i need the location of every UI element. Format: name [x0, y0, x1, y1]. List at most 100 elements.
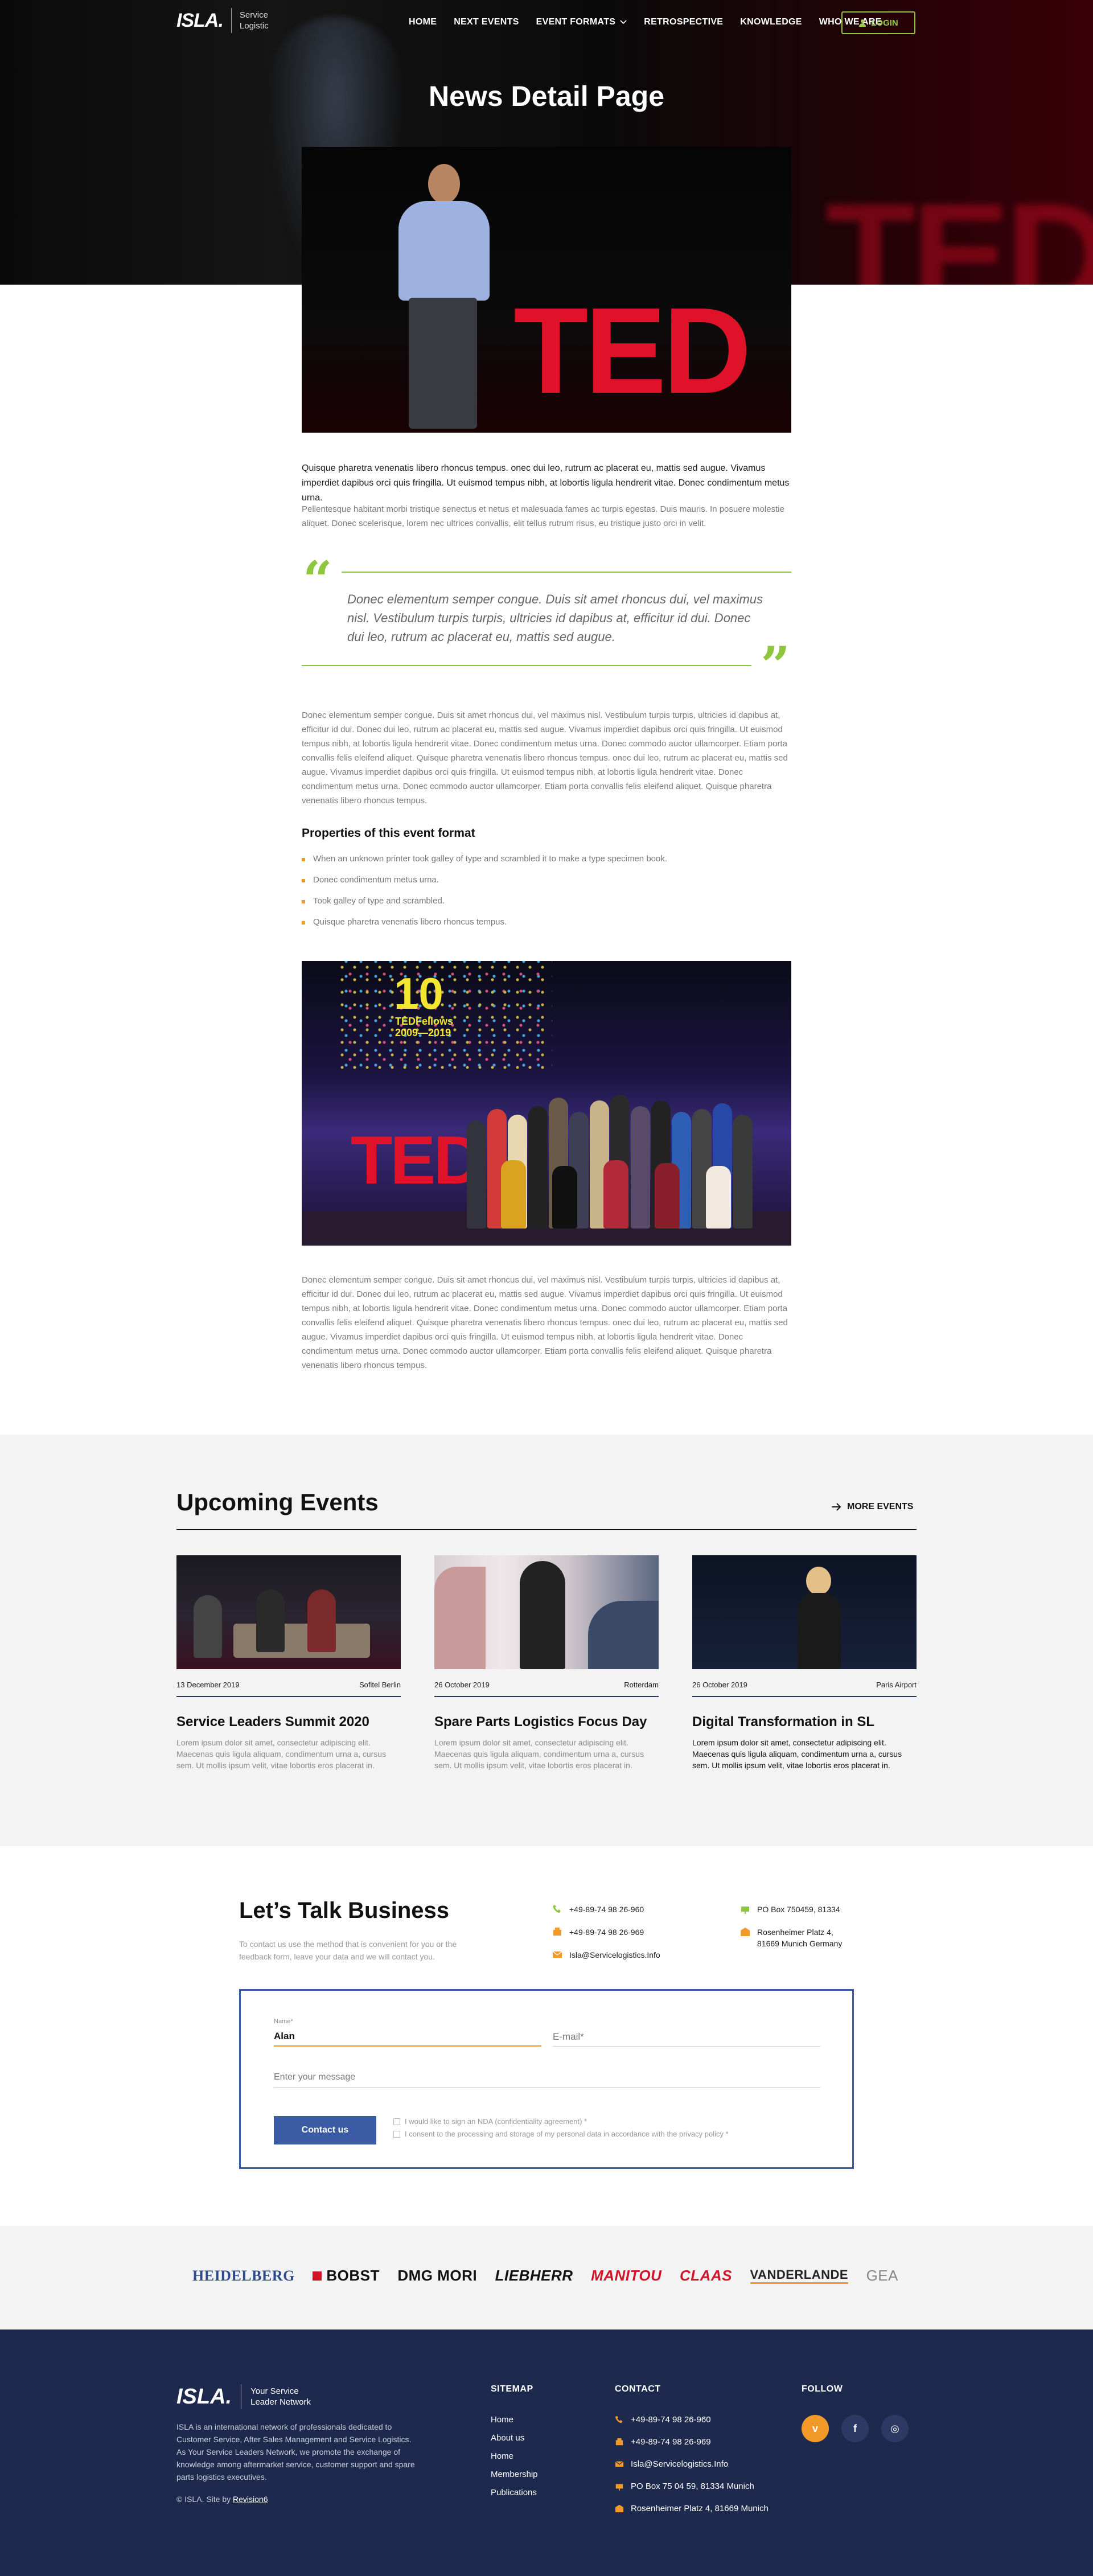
email-field[interactable] — [553, 2027, 820, 2047]
phone-icon — [615, 2415, 623, 2423]
nav-event-formats[interactable]: EVENT FORMATS — [536, 17, 627, 27]
list-item: When an unknown printer took galley of t… — [302, 854, 791, 875]
list-item-text: Quisque pharetra venenatis libero rhoncu… — [313, 917, 507, 927]
more-events-link[interactable]: MORE EVENTS — [831, 1502, 913, 1512]
main-nav: HOME NEXT EVENTS EVENT FORMATS RETROSPEC… — [409, 17, 882, 27]
confetti-backdrop — [336, 961, 552, 1069]
contact-submit-button[interactable]: Contact us — [274, 2116, 376, 2144]
logo-dmg-mori[interactable]: DMG MORI — [397, 2267, 477, 2285]
contact-email-text: Isla@Servicelogistics.Info — [569, 1950, 660, 1959]
footer-logo[interactable]: ISLA. Your Service Leader Network — [176, 2384, 311, 2409]
message-field[interactable] — [274, 2067, 820, 2088]
vimeo-icon[interactable]: v — [802, 2415, 829, 2442]
speaker-shirt — [398, 201, 490, 301]
sitemap-link-home-2[interactable]: Home — [491, 2451, 538, 2470]
footer-phone-1[interactable]: +49-89-74 98 26-960 — [615, 2415, 769, 2437]
bullet-icon — [302, 921, 305, 925]
contact-form: Name* Contact us I would like to sign an… — [239, 1989, 854, 2169]
quote-rule-bottom — [302, 665, 751, 666]
contact-pobox: PO Box 750459, 81334 — [740, 1904, 840, 1915]
event-description: Lorem ipsum dolor sit amet, consectetur … — [434, 1738, 644, 1770]
logo-mark: ISLA. — [176, 9, 224, 31]
nda-checkbox[interactable] — [393, 2118, 400, 2125]
logo-heidelberg[interactable]: HEIDELBERG — [192, 2267, 295, 2285]
article-group-image: 10 TEDFellows 2009—2019 TED — [302, 961, 791, 1246]
login-button[interactable]: LOGIN — [841, 11, 915, 34]
list-item: Donec condimentum metus urna. — [302, 875, 791, 896]
footer-logo-tagline: Your Service Leader Network — [250, 2386, 311, 2407]
event-date: 13 December 2019 — [176, 1681, 240, 1689]
footer-pobox-text: PO Box 75 04 59, 81334 Munich — [631, 2481, 754, 2491]
footer-phone-2[interactable]: +49-89-74 98 26-969 — [615, 2437, 769, 2459]
event-card[interactable]: 26 October 2019 Paris Airport Digital Tr… — [692, 1555, 917, 1771]
name-field[interactable] — [274, 2027, 541, 2047]
logo-bobst[interactable]: BOBST — [313, 2267, 380, 2285]
event-image — [434, 1555, 659, 1669]
footer-pobox: PO Box 75 04 59, 81334 Munich — [615, 2481, 769, 2504]
event-location: Paris Airport — [876, 1681, 917, 1689]
logo-liebherr[interactable]: LIEBHERR — [495, 2267, 573, 2285]
contact-address: Rosenheimer Platz 4, 81669 Munich German… — [740, 1926, 842, 1949]
sitemap-link-about[interactable]: About us — [491, 2433, 538, 2451]
event-title[interactable]: Service Leaders Summit 2020 — [176, 1714, 401, 1730]
follow-heading: FOLLOW — [802, 2384, 843, 2394]
consent-checkbox-row[interactable]: I consent to the processing and storage … — [393, 2130, 729, 2138]
footer-address: Rosenheimer Platz 4, 81669 Munich — [615, 2504, 769, 2526]
sitemap-link-home[interactable]: Home — [491, 2415, 538, 2433]
footer-email[interactable]: Isla@Servicelogistics.Info — [615, 2459, 769, 2481]
nav-next-events[interactable]: NEXT EVENTS — [454, 17, 519, 27]
quote-open-icon: “ — [303, 550, 332, 610]
chevron-down-icon — [620, 20, 627, 24]
nda-checkbox-row[interactable]: I would like to sign an NDA (confidentia… — [393, 2117, 587, 2126]
logo-claas[interactable]: CLAAS — [680, 2267, 732, 2285]
list-item: Took galley of type and scrambled. — [302, 896, 791, 917]
event-title[interactable]: Spare Parts Logistics Focus Day — [434, 1714, 659, 1730]
footer-email-text: Isla@Servicelogistics.Info — [631, 2459, 729, 2469]
name-label: Name* — [274, 2018, 293, 2025]
copyright-text: © ISLA. Site by — [176, 2495, 233, 2504]
site-header: ISLA. Service Logistic HOME NEXT EVENTS … — [0, 0, 1093, 46]
contact-pobox-text: PO Box 750459, 81334 — [757, 1905, 840, 1914]
event-card[interactable]: 13 December 2019 Sofitel Berlin Service … — [176, 1555, 401, 1771]
consent-checkbox[interactable] — [393, 2130, 400, 2138]
article-paragraph-1: Pellentesque habitant morbi tristique se… — [302, 504, 784, 528]
nav-knowledge[interactable]: KNOWLEDGE — [740, 17, 802, 27]
facebook-icon[interactable]: f — [841, 2415, 869, 2442]
building-icon — [615, 2504, 624, 2513]
partner-logos-row: HEIDELBERG BOBST DMG MORI LIEBHERR MANIT… — [192, 2267, 898, 2285]
fax-icon — [615, 2438, 623, 2446]
event-location: Sofitel Berlin — [359, 1681, 401, 1689]
logo-bobst-text: BOBST — [326, 2267, 380, 2284]
upcoming-events-section: Upcoming Events MORE EVENTS 13 December … — [0, 1435, 1093, 1846]
speaker-figure — [428, 164, 460, 204]
sitemap-heading: SITEMAP — [491, 2384, 533, 2394]
article-hero-image: TED — [302, 147, 791, 433]
tedfellows-ten: 10 — [394, 968, 443, 1018]
more-events-label: MORE EVENTS — [847, 1502, 914, 1511]
nav-retrospective[interactable]: RETROSPECTIVE — [644, 17, 723, 27]
event-image — [692, 1555, 917, 1669]
ted-logo: TED — [351, 1122, 483, 1198]
event-title[interactable]: Digital Transformation in SL — [692, 1714, 917, 1730]
footer-phone-2-text: +49-89-74 98 26-969 — [631, 2437, 711, 2447]
logo-manitou[interactable]: MANITOU — [591, 2267, 661, 2285]
nav-event-formats-label: EVENT FORMATS — [536, 17, 616, 27]
events-heading: Upcoming Events — [176, 1489, 379, 1515]
contact-email[interactable]: Isla@Servicelogistics.Info — [552, 1949, 660, 1961]
sitemap-list: Home About us Home Membership Publicatio… — [491, 2415, 538, 2506]
site-logo[interactable]: ISLA. Service Logistic — [176, 8, 269, 33]
contact-phone-2[interactable]: +49-89-74 98 26-969 — [552, 1926, 644, 1938]
contact-phone-1[interactable]: +49-89-74 98 26-960 — [552, 1904, 644, 1915]
event-card[interactable]: 26 October 2019 Rotterdam Spare Parts Lo… — [434, 1555, 659, 1771]
list-item-text: When an unknown printer took galley of t… — [313, 854, 668, 864]
nav-home[interactable]: HOME — [409, 17, 437, 27]
event-description: Lorem ipsum dolor sit amet, consectetur … — [692, 1738, 902, 1770]
logo-vanderlande[interactable]: VANDERLANDE — [750, 2267, 849, 2284]
logo-gea[interactable]: GEA — [866, 2267, 898, 2285]
consent-checkbox-label: I consent to the processing and storage … — [405, 2130, 729, 2138]
sitemap-link-membership[interactable]: Membership — [491, 2470, 538, 2488]
site-by-link[interactable]: Revision6 — [233, 2495, 268, 2504]
instagram-icon[interactable]: ◎ — [881, 2415, 909, 2442]
quote-close-icon: ” — [761, 635, 790, 696]
sitemap-link-publications[interactable]: Publications — [491, 2488, 538, 2506]
